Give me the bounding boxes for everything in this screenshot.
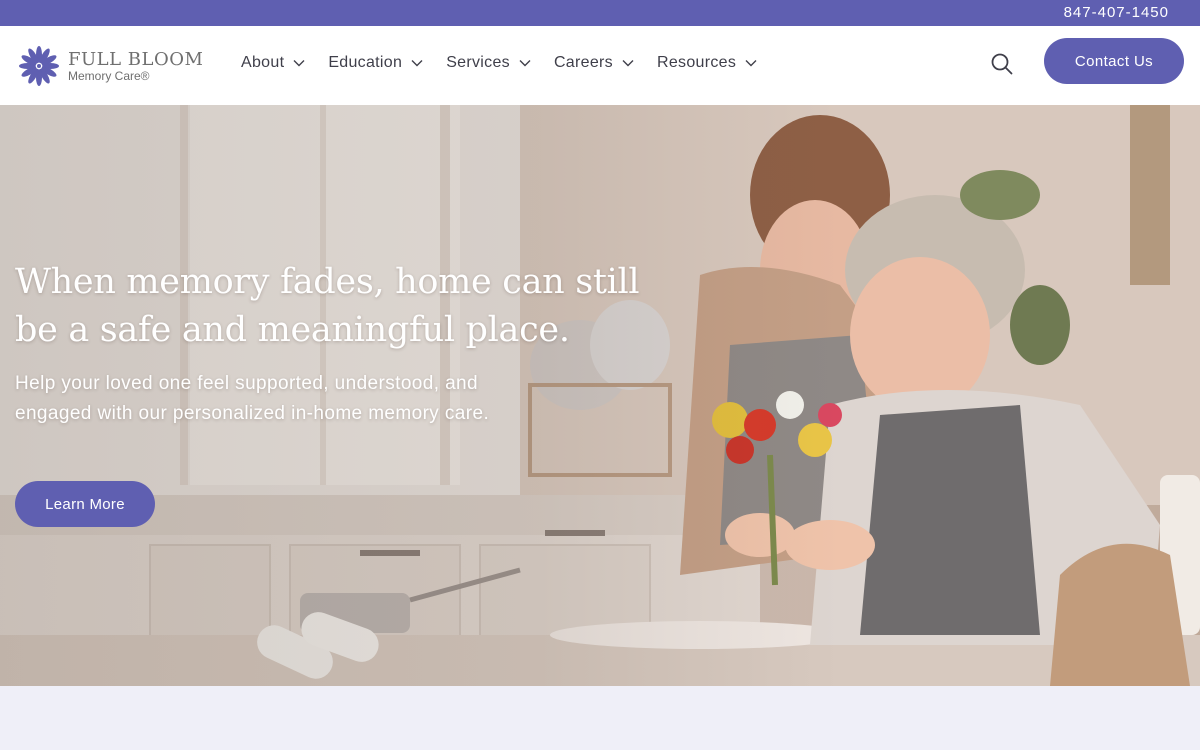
contact-us-button[interactable]: Contact Us: [1044, 38, 1184, 84]
chevron-down-icon: [622, 60, 634, 67]
hero-subheadline-line: engaged with our personalized in-home me…: [15, 403, 490, 424]
nav-item-education[interactable]: Education: [328, 54, 423, 72]
flower-logo-icon: [19, 46, 59, 86]
nav-item-about[interactable]: About: [241, 54, 305, 72]
nav-item-label: Services: [446, 54, 510, 71]
chevron-down-icon: [519, 60, 531, 67]
logo-subtitle: Memory Care®: [68, 68, 150, 83]
phone-link[interactable]: 847-407-1450: [1064, 4, 1169, 21]
chevron-down-icon: [293, 60, 305, 67]
hero-subheadline-line: Help your loved one feel supported, unde…: [15, 373, 478, 394]
nav-item-label: About: [241, 54, 285, 71]
logo-title: FULL BLOOM: [68, 48, 204, 70]
logo[interactable]: FULL BLOOM Memory Care®: [17, 43, 203, 89]
learn-more-button[interactable]: Learn More: [15, 481, 155, 527]
hero-headline: When memory fades, home can still be a s…: [15, 258, 655, 354]
chevron-down-icon: [745, 60, 757, 67]
hero-headline-line: When memory fades, home can still: [15, 262, 640, 302]
next-section: [0, 686, 1200, 750]
hero-section: When memory fades, home can still be a s…: [0, 105, 1200, 686]
nav-item-services[interactable]: Services: [446, 54, 531, 72]
nav-item-label: Education: [328, 54, 403, 71]
nav-item-careers[interactable]: Careers: [554, 54, 634, 72]
site-header: FULL BLOOM Memory Care® About Education …: [0, 26, 1200, 105]
search-button[interactable]: [990, 52, 1014, 76]
hero-subheadline: Help your loved one feel supported, unde…: [15, 369, 615, 429]
hero-headline-line: be a safe and meaningful place.: [15, 310, 570, 350]
search-icon: [991, 53, 1013, 75]
nav-item-label: Resources: [656, 54, 737, 71]
nav-item-label: Careers: [553, 54, 613, 71]
nav-item-resources[interactable]: Resources: [657, 54, 757, 72]
chevron-down-icon: [411, 60, 423, 67]
top-bar: 847-407-1450: [0, 0, 1200, 26]
main-nav: About Education Services Careers Resourc…: [241, 54, 780, 72]
